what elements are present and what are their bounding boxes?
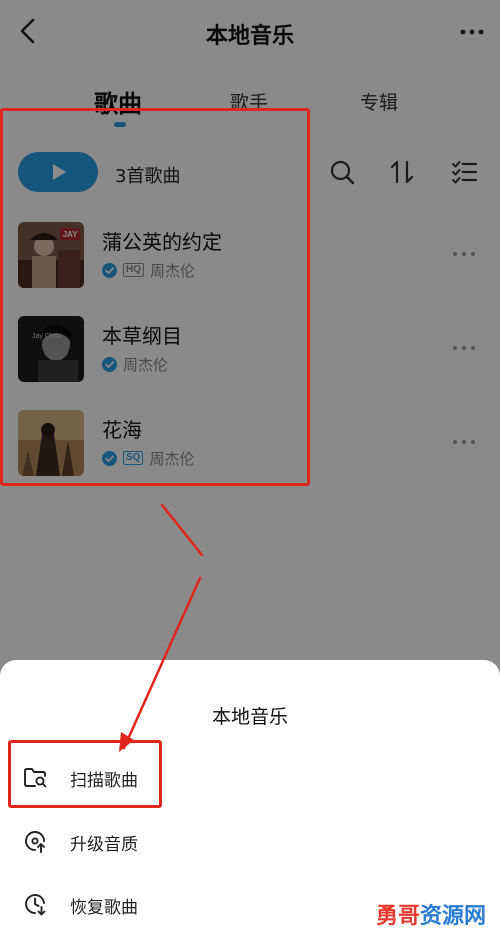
- upgrade-quality-item[interactable]: 升级音质: [0, 816, 500, 866]
- watermark: 勇哥 资源网: [376, 896, 486, 932]
- annotation-box: [0, 108, 310, 486]
- quality-upgrade-icon: [25, 831, 45, 853]
- local-music-screen: 本地音乐 歌曲 歌手 专辑 3首歌曲 JAY 蒲公英的约定 HQ 周杰伦 Jay…: [0, 0, 500, 940]
- annotation-box: [8, 740, 162, 808]
- clock-restore-icon: [25, 894, 46, 916]
- sheet-item-label: 恢复歌曲: [70, 898, 138, 918]
- watermark-part: 勇哥: [376, 904, 421, 929]
- sheet-item-label: 升级音质: [70, 835, 138, 855]
- watermark-part: 资源网: [420, 904, 487, 929]
- sheet-title: 本地音乐: [211, 706, 288, 728]
